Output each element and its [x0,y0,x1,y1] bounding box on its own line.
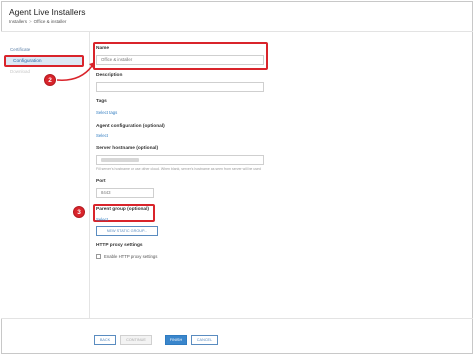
http-proxy-checkbox[interactable] [96,254,101,259]
breadcrumb-separator-icon: > [29,19,32,24]
agent-configuration-select-link[interactable]: Select [96,133,108,138]
description-field[interactable] [96,82,264,92]
server-hostname-field[interactable] [96,155,264,165]
continue-button[interactable]: CONTINUE [120,335,152,345]
page-title: Agent Live Installers [9,7,86,17]
breadcrumb-current: Office & installer [33,19,67,24]
http-proxy-checkbox-label: Enable HTTP proxy settings [104,254,158,259]
select-tags-link[interactable]: Select tags [96,110,117,115]
parent-group-select-link[interactable]: Select [96,217,108,222]
port-field[interactable]: 8443 [96,188,154,198]
description-label: Description [96,73,123,78]
port-label: Port [96,179,106,184]
breadcrumb: Installers > Office & installer [9,19,66,24]
cancel-button[interactable]: CANCEL [191,335,218,345]
server-hostname-label: Server hostname (optional) [96,146,159,151]
footer-divider [1,318,473,319]
redacted-hostname [101,158,139,162]
sidebar-item-download[interactable]: Download [10,69,30,74]
callout-badge-3: 3 [73,206,85,218]
callout-badge-2: 2 [44,74,56,86]
new-static-group-button[interactable]: NEW STATIC GROUP... [96,226,158,236]
agent-configuration-label: Agent configuration (optional) [96,124,165,129]
http-proxy-label: HTTP proxy settings [96,243,143,248]
finish-button[interactable]: FINISH [165,335,187,345]
name-field[interactable]: Office & installer [96,55,264,65]
sidebar-item-label: Configuration [13,59,42,64]
parent-group-label: Parent group (optional) [96,207,150,212]
server-hostname-hint: Fill server's hostname or use other clou… [96,167,261,171]
name-label: Name [96,46,110,51]
tags-label: Tags [96,99,107,104]
sidebar-item-certificate[interactable]: Certificate [10,47,30,52]
back-button[interactable]: BACK [94,335,116,345]
breadcrumb-installers[interactable]: Installers [9,19,27,24]
